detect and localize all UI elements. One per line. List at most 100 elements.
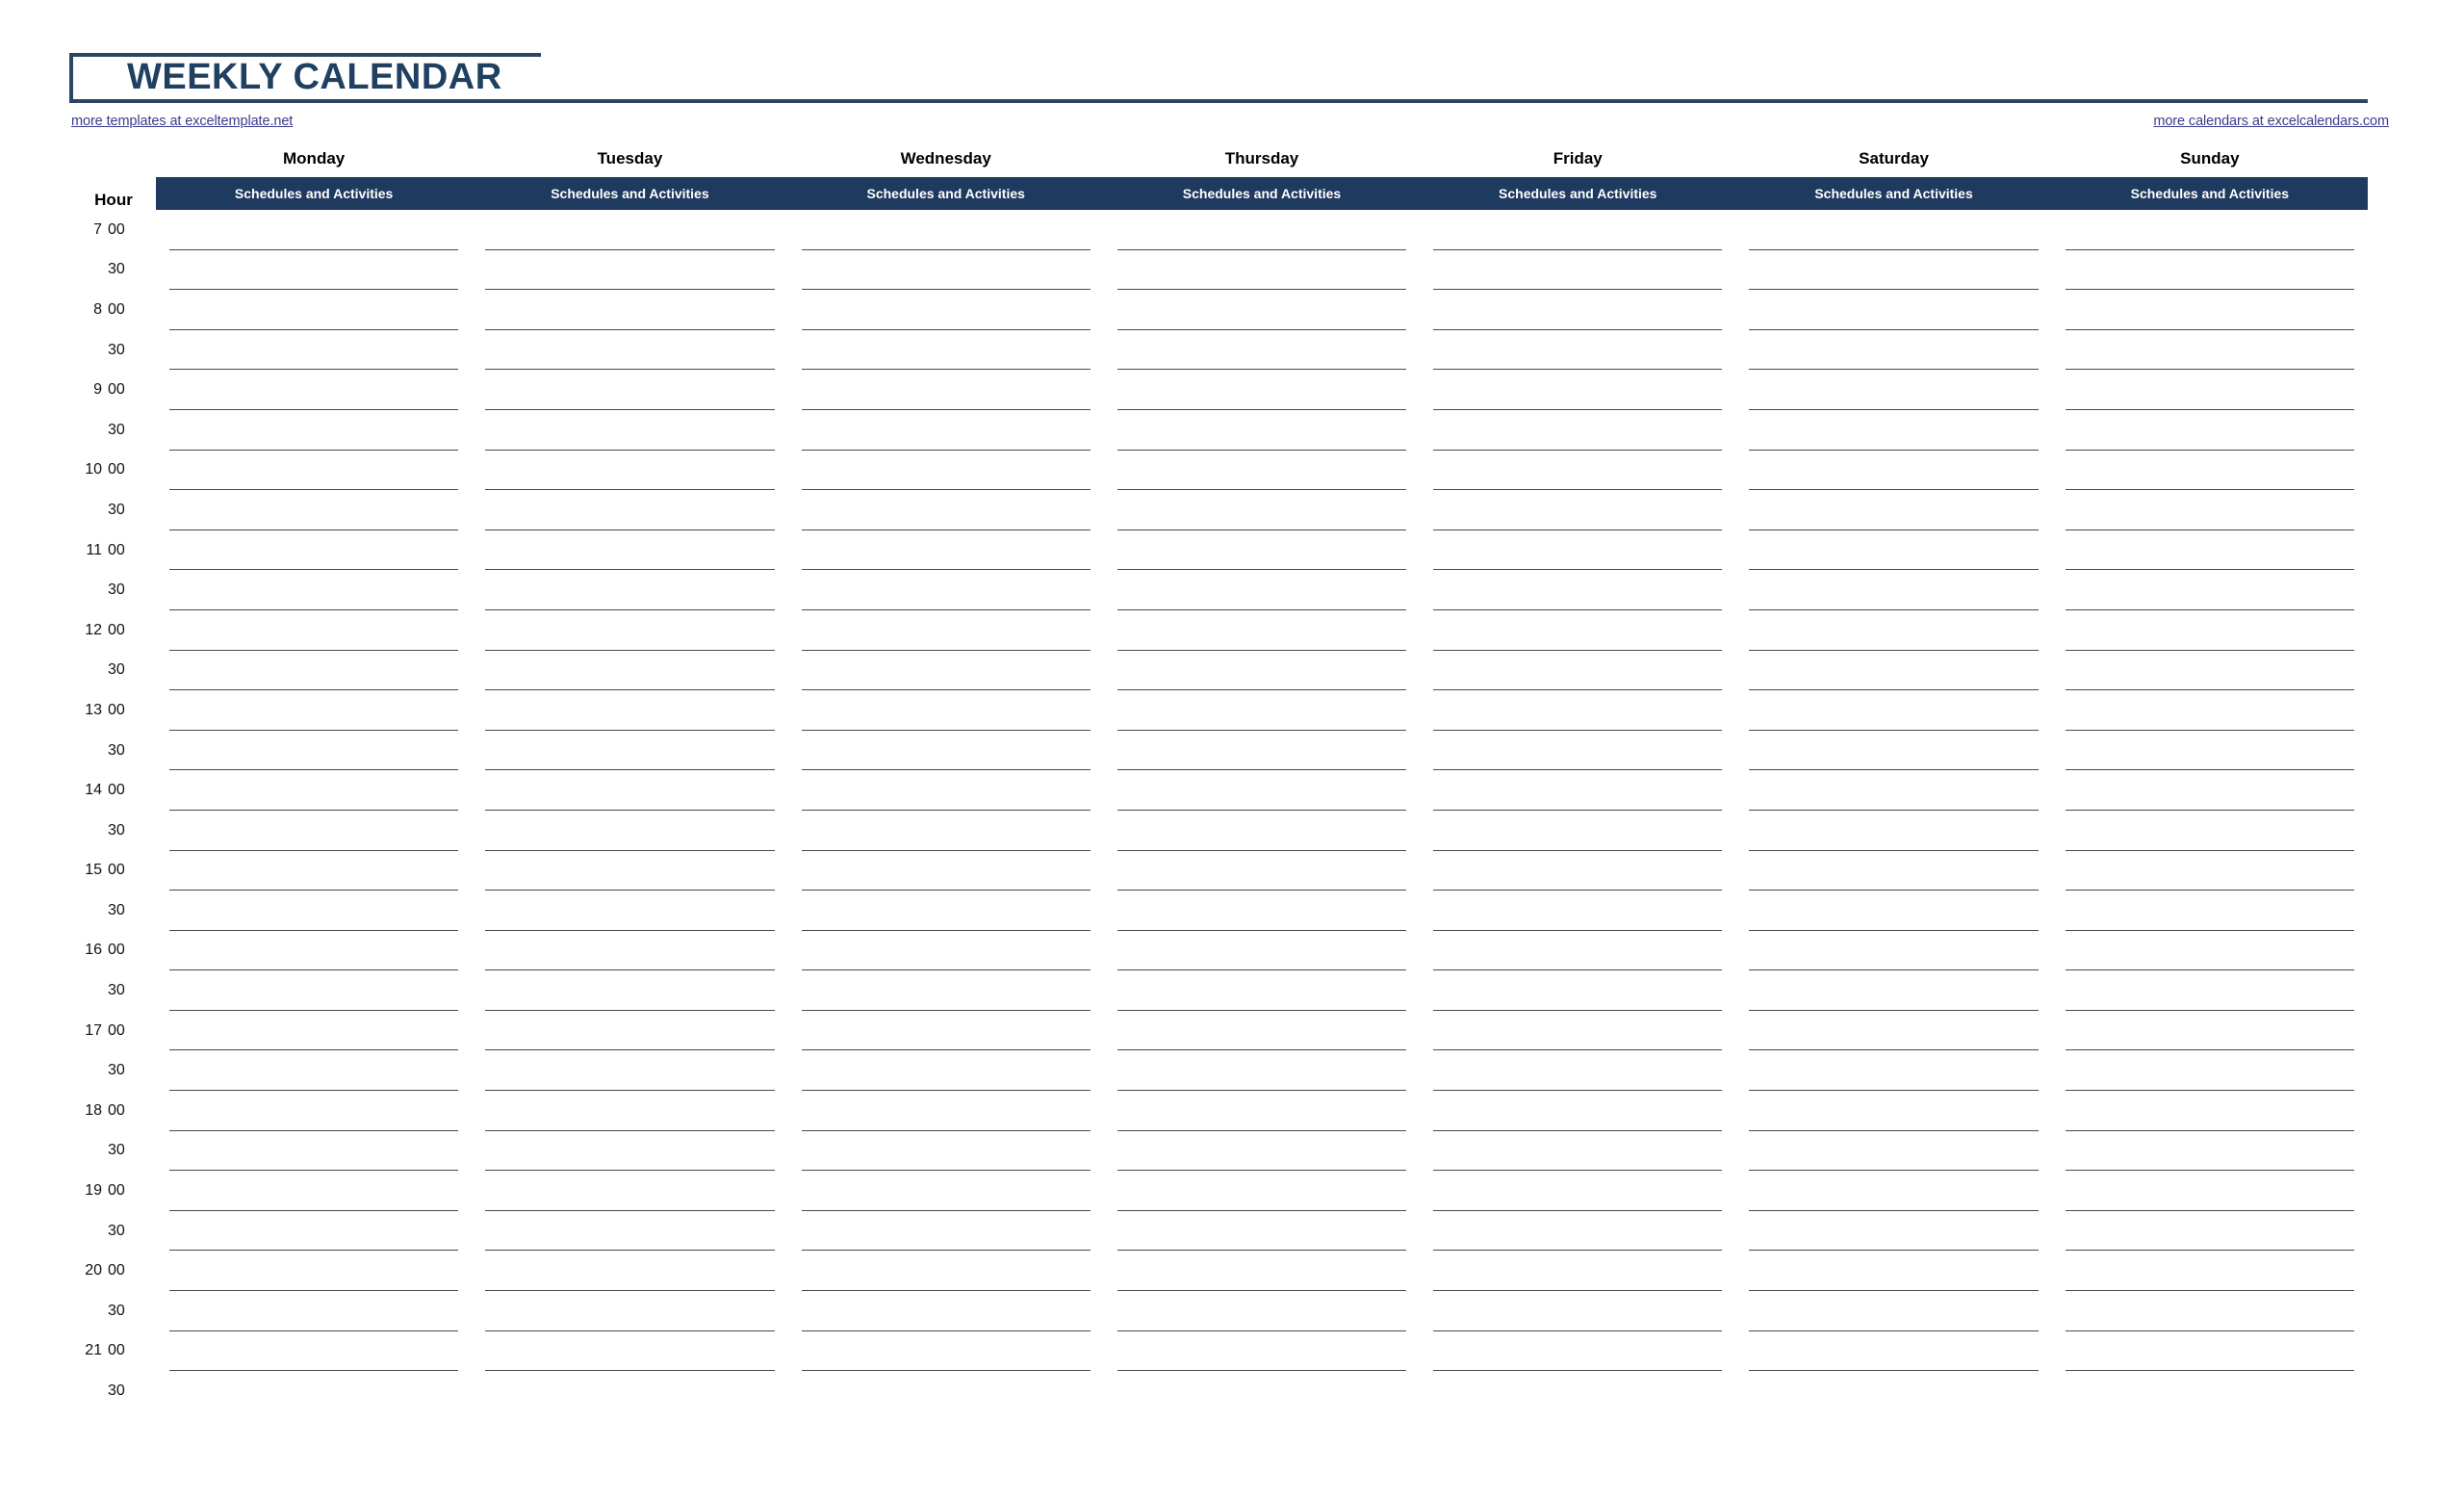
schedule-entry-cell[interactable] [1420, 210, 1736, 250]
schedule-entry-cell[interactable] [1103, 770, 1421, 811]
schedule-entry-cell[interactable] [472, 210, 788, 250]
schedule-entry-cell[interactable] [1420, 1251, 1736, 1292]
schedule-entry-cell[interactable] [1420, 1130, 1736, 1172]
schedule-entry-cell[interactable] [472, 770, 788, 811]
schedule-entry-cell[interactable] [787, 891, 1104, 931]
schedule-entry-cell[interactable] [156, 329, 473, 371]
schedule-entry-cell[interactable] [2051, 1091, 2368, 1131]
schedule-entry-cell[interactable] [1103, 1291, 1421, 1331]
schedule-entry-cell[interactable] [2051, 490, 2368, 530]
schedule-entry-cell[interactable] [1103, 490, 1421, 530]
schedule-entry-cell[interactable] [156, 370, 473, 410]
schedule-entry-cell[interactable] [156, 290, 473, 330]
schedule-entry-cell[interactable] [1420, 609, 1736, 651]
schedule-entry-cell[interactable] [2051, 570, 2368, 610]
schedule-entry-cell[interactable] [1735, 810, 2052, 851]
schedule-entry-cell[interactable] [1735, 1130, 2052, 1172]
schedule-entry-cell[interactable] [1735, 409, 2052, 451]
schedule-entry-cell[interactable] [1103, 1210, 1421, 1252]
schedule-entry-cell[interactable] [156, 1251, 473, 1292]
schedule-entry-cell[interactable] [2051, 850, 2368, 891]
schedule-entry-cell[interactable] [1420, 1330, 1736, 1372]
schedule-entry-cell[interactable] [2051, 690, 2368, 731]
schedule-entry-cell[interactable] [1420, 450, 1736, 491]
schedule-entry-cell[interactable] [2051, 770, 2368, 811]
schedule-entry-cell[interactable] [787, 690, 1104, 731]
schedule-entry-cell[interactable] [1420, 1091, 1736, 1131]
schedule-entry-cell[interactable] [1420, 1371, 1736, 1411]
schedule-entry-cell[interactable] [1103, 370, 1421, 410]
schedule-entry-cell[interactable] [1420, 1171, 1736, 1211]
schedule-entry-cell[interactable] [2051, 529, 2368, 571]
schedule-entry-cell[interactable] [1735, 891, 2052, 931]
schedule-entry-cell[interactable] [1735, 930, 2052, 971]
schedule-entry-cell[interactable] [787, 1330, 1104, 1372]
schedule-entry-cell[interactable] [2051, 810, 2368, 851]
schedule-entry-cell[interactable] [472, 529, 788, 571]
schedule-entry-cell[interactable] [1420, 730, 1736, 771]
schedule-entry-cell[interactable] [1735, 370, 2052, 410]
schedule-entry-cell[interactable] [787, 850, 1104, 891]
schedule-entry-cell[interactable] [2051, 249, 2368, 291]
schedule-entry-cell[interactable] [1735, 770, 2052, 811]
schedule-entry-cell[interactable] [1420, 329, 1736, 371]
schedule-entry-cell[interactable] [1103, 1371, 1421, 1411]
schedule-entry-cell[interactable] [1103, 690, 1421, 731]
schedule-entry-cell[interactable] [787, 1371, 1104, 1411]
schedule-entry-cell[interactable] [1420, 290, 1736, 330]
schedule-entry-cell[interactable] [787, 409, 1104, 451]
schedule-entry-cell[interactable] [472, 1091, 788, 1131]
schedule-entry-cell[interactable] [156, 970, 473, 1011]
schedule-entry-cell[interactable] [1735, 609, 2052, 651]
schedule-entry-cell[interactable] [156, 810, 473, 851]
schedule-entry-cell[interactable] [1103, 1130, 1421, 1172]
schedule-entry-cell[interactable] [787, 490, 1104, 530]
schedule-entry-cell[interactable] [1103, 1010, 1421, 1051]
schedule-entry-cell[interactable] [156, 249, 473, 291]
schedule-entry-cell[interactable] [1420, 650, 1736, 691]
schedule-entry-cell[interactable] [787, 770, 1104, 811]
schedule-entry-cell[interactable] [787, 810, 1104, 851]
schedule-entry-cell[interactable] [1735, 329, 2052, 371]
schedule-entry-cell[interactable] [787, 249, 1104, 291]
schedule-entry-cell[interactable] [472, 690, 788, 731]
schedule-entry-cell[interactable] [1735, 1010, 2052, 1051]
schedule-entry-cell[interactable] [787, 1171, 1104, 1211]
schedule-entry-cell[interactable] [472, 409, 788, 451]
schedule-entry-cell[interactable] [787, 730, 1104, 771]
schedule-entry-cell[interactable] [1735, 1251, 2052, 1292]
schedule-entry-cell[interactable] [1735, 970, 2052, 1011]
schedule-entry-cell[interactable] [1735, 210, 2052, 250]
schedule-entry-cell[interactable] [1735, 690, 2052, 731]
schedule-entry-cell[interactable] [1103, 1091, 1421, 1131]
schedule-entry-cell[interactable] [1103, 1251, 1421, 1292]
schedule-entry-cell[interactable] [472, 1130, 788, 1172]
schedule-entry-cell[interactable] [472, 1210, 788, 1252]
schedule-entry-cell[interactable] [156, 650, 473, 691]
schedule-entry-cell[interactable] [787, 1130, 1104, 1172]
schedule-entry-cell[interactable] [472, 609, 788, 651]
templates-link[interactable]: more templates at exceltemplate.net [71, 114, 293, 129]
schedule-entry-cell[interactable] [1735, 1171, 2052, 1211]
schedule-entry-cell[interactable] [1735, 529, 2052, 571]
schedule-entry-cell[interactable] [472, 249, 788, 291]
schedule-entry-cell[interactable] [2051, 609, 2368, 651]
schedule-entry-cell[interactable] [156, 850, 473, 891]
schedule-entry-cell[interactable] [2051, 210, 2368, 250]
schedule-entry-cell[interactable] [2051, 1010, 2368, 1051]
schedule-entry-cell[interactable] [1420, 850, 1736, 891]
schedule-entry-cell[interactable] [787, 210, 1104, 250]
schedule-entry-cell[interactable] [787, 1010, 1104, 1051]
schedule-entry-cell[interactable] [2051, 290, 2368, 330]
schedule-entry-cell[interactable] [1735, 1291, 2052, 1331]
schedule-entry-cell[interactable] [156, 1210, 473, 1252]
schedule-entry-cell[interactable] [156, 1010, 473, 1051]
schedule-entry-cell[interactable] [156, 529, 473, 571]
schedule-entry-cell[interactable] [156, 1050, 473, 1092]
schedule-entry-cell[interactable] [1103, 290, 1421, 330]
schedule-entry-cell[interactable] [787, 370, 1104, 410]
schedule-entry-cell[interactable] [1735, 1210, 2052, 1252]
schedule-entry-cell[interactable] [1103, 1330, 1421, 1372]
schedule-entry-cell[interactable] [1420, 1210, 1736, 1252]
schedule-entry-cell[interactable] [2051, 650, 2368, 691]
